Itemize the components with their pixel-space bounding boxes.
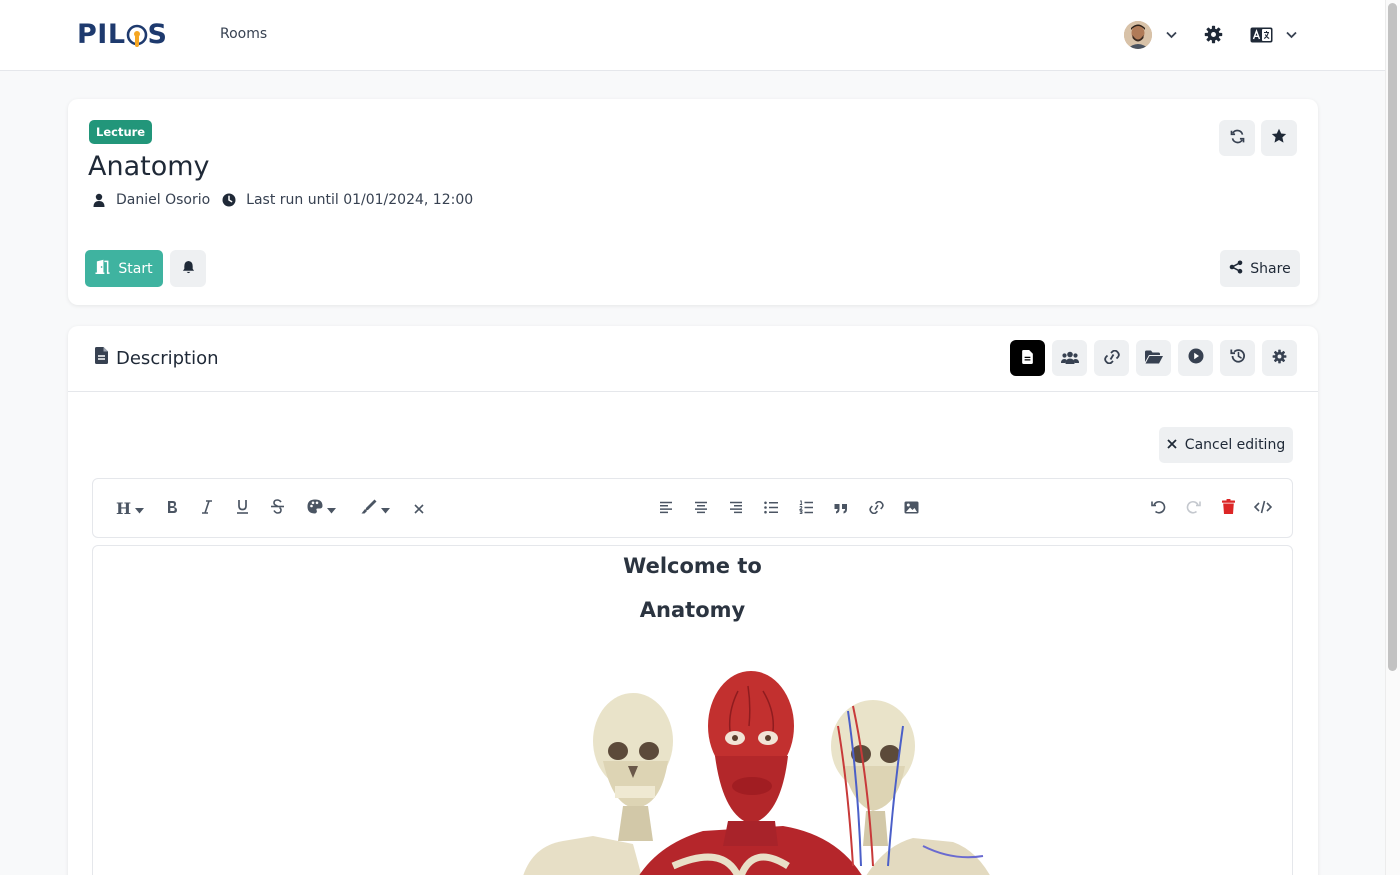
- user-icon: [92, 193, 106, 207]
- highlighter-icon: [361, 499, 377, 518]
- caret-down-icon: [326, 499, 336, 518]
- code-icon: [1253, 499, 1273, 518]
- align-right-button[interactable]: [725, 497, 747, 519]
- last-run-text: Last run until 01/01/2024, 12:00: [246, 192, 474, 208]
- close-icon: [414, 499, 424, 518]
- share-label: Share: [1250, 260, 1291, 277]
- language-chevron-down-icon[interactable]: [1285, 29, 1297, 41]
- redo-icon: [1186, 499, 1201, 518]
- editor-toolbar: H: [92, 478, 1293, 538]
- favorite-button[interactable]: [1261, 120, 1297, 156]
- image-icon: [904, 499, 919, 518]
- bold-button[interactable]: [161, 497, 183, 519]
- redo-button[interactable]: [1182, 497, 1204, 519]
- close-icon: [1167, 437, 1177, 453]
- underline-button[interactable]: [231, 497, 253, 519]
- reload-button[interactable]: [1219, 120, 1255, 156]
- link-icon: [1103, 349, 1121, 368]
- pilos-logo[interactable]: PIL S: [77, 18, 168, 50]
- refresh-icon: [1230, 129, 1245, 148]
- page-scrollbar-thumb[interactable]: [1388, 3, 1397, 671]
- star-icon: [1271, 128, 1287, 148]
- theme-gear-icon[interactable]: [1203, 24, 1223, 44]
- tab-links[interactable]: [1094, 340, 1129, 376]
- bullet-list-button[interactable]: [760, 497, 782, 519]
- trash-icon: [1221, 498, 1235, 518]
- room-type-badge: Lecture: [89, 120, 153, 144]
- link-icon: [868, 499, 885, 518]
- bullet-list-icon: [763, 499, 779, 518]
- play-circle-icon: [1188, 348, 1204, 368]
- tab-settings[interactable]: [1262, 340, 1297, 376]
- undo-button[interactable]: [1147, 497, 1169, 519]
- text-color-dropdown[interactable]: [303, 497, 339, 519]
- underline-icon: [236, 499, 249, 518]
- share-button[interactable]: Share: [1220, 250, 1300, 287]
- description-header: Description: [68, 326, 1318, 392]
- share-icon: [1229, 260, 1243, 278]
- clear-format-button[interactable]: [408, 497, 430, 519]
- anatomy-image: [523, 671, 990, 875]
- start-label: Start: [118, 260, 153, 277]
- nav-rooms-link[interactable]: Rooms: [220, 26, 267, 42]
- description-editor[interactable]: Welcome to Anatomy: [92, 545, 1293, 875]
- language-icon[interactable]: [1249, 26, 1273, 43]
- bold-icon: [166, 499, 178, 518]
- insert-image-button[interactable]: [900, 497, 922, 519]
- caret-down-icon: [135, 499, 145, 518]
- room-title: Anatomy: [88, 151, 210, 182]
- strikethrough-button[interactable]: [266, 497, 288, 519]
- italic-icon: [201, 499, 213, 518]
- file-text-icon: [1022, 349, 1033, 368]
- strikethrough-icon: [270, 498, 285, 518]
- notification-button[interactable]: [170, 250, 206, 287]
- clock-icon: [222, 193, 236, 207]
- room-owner: Daniel Osorio: [116, 192, 211, 208]
- cancel-editing-label: Cancel editing: [1184, 437, 1286, 453]
- top-navbar: PIL S Rooms: [0, 0, 1385, 71]
- file-text-icon: [95, 347, 108, 369]
- description-title: Description: [95, 347, 219, 369]
- cancel-editing-button[interactable]: Cancel editing: [1159, 427, 1293, 463]
- highlight-color-dropdown[interactable]: [357, 497, 393, 519]
- start-button[interactable]: Start: [85, 250, 163, 287]
- ordered-list-button[interactable]: [795, 497, 817, 519]
- tab-history[interactable]: [1220, 340, 1255, 376]
- insert-link-button[interactable]: [865, 497, 887, 519]
- user-menu-chevron-down-icon[interactable]: [1165, 29, 1177, 41]
- caret-down-icon: [380, 499, 390, 518]
- align-center-button[interactable]: [690, 497, 712, 519]
- description-card: Description Cancel editing H Welcome to …: [68, 326, 1318, 875]
- quote-icon: [834, 499, 848, 518]
- door-open-icon: [95, 259, 110, 278]
- align-left-button[interactable]: [655, 497, 677, 519]
- italic-button[interactable]: [196, 497, 218, 519]
- undo-icon: [1150, 499, 1166, 518]
- folder-open-icon: [1144, 349, 1163, 368]
- tab-members[interactable]: [1052, 340, 1087, 376]
- room-meta: Daniel Osorio Last run until 01/01/2024,…: [92, 192, 473, 208]
- bell-icon: [182, 259, 195, 278]
- user-avatar[interactable]: [1124, 21, 1152, 49]
- source-code-button[interactable]: [1252, 497, 1274, 519]
- palette-icon: [307, 499, 323, 518]
- tab-files[interactable]: [1136, 340, 1171, 376]
- heading-dropdown[interactable]: H: [113, 497, 147, 519]
- tab-recordings[interactable]: [1178, 340, 1213, 376]
- content-heading-welcome: Welcome to: [623, 554, 762, 578]
- room-header-card: Lecture Anatomy Daniel Osorio Last run u…: [68, 99, 1318, 305]
- blockquote-button[interactable]: [830, 497, 852, 519]
- content-heading-room: Anatomy: [639, 598, 746, 622]
- history-icon: [1229, 348, 1246, 368]
- users-icon: [1060, 349, 1079, 368]
- ordered-list-icon: [798, 499, 814, 518]
- align-left-icon: [659, 499, 673, 518]
- tab-description[interactable]: [1010, 340, 1045, 376]
- align-center-icon: [694, 499, 708, 518]
- align-right-icon: [729, 499, 743, 518]
- gear-icon: [1272, 349, 1287, 368]
- delete-content-button[interactable]: [1217, 497, 1239, 519]
